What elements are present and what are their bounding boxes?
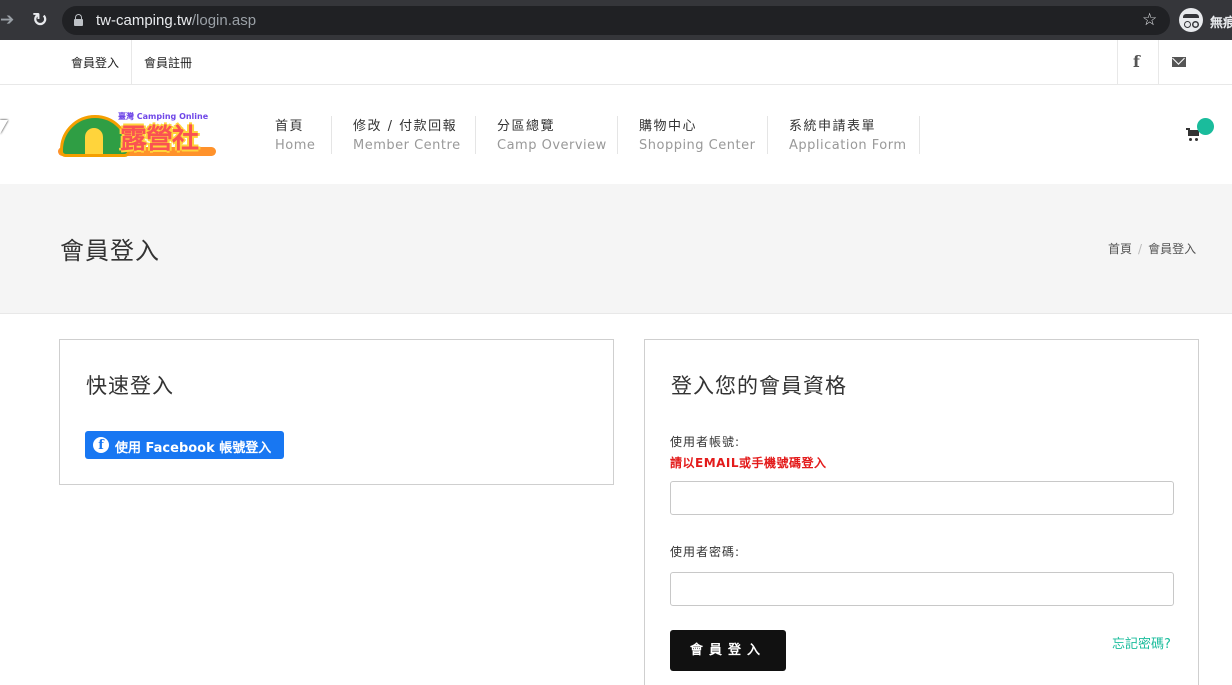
topbar-divider [1117,40,1118,84]
nav-label-en: Home [275,138,316,153]
breadcrumb: 首頁 / 會員登入 [1108,240,1196,257]
logo-brand-text: 露營社 [120,124,199,155]
nav-separator [475,116,476,154]
nav-label-en: Camp Overview [497,138,607,153]
nav-label-en: Shopping Center [639,138,756,153]
quick-login-panel: 快速登入 f 使用 Facebook 帳號登入 [59,339,614,485]
site-logo[interactable]: 臺灣 Camping Online 露營社 [58,111,218,161]
incognito-label[interactable]: 無痕 [1210,12,1232,31]
nav-separator [331,116,332,154]
nav-label-zh: 購物中心 [639,119,698,134]
url-text[interactable]: tw-camping.tw/login.asp [96,12,256,29]
nav-label-en: Member Centre [353,138,461,153]
member-login-title: 登入您的會員資格 [671,374,847,398]
forgot-password-link[interactable]: 忘記密碼? [1112,633,1171,652]
nav-separator [767,116,768,154]
mail-icon[interactable] [1172,57,1186,67]
nav-label-zh: 修改 / 付款回報 [353,119,458,134]
url-path: /login.asp [191,12,257,29]
nav-label-en: Application Form [789,138,907,153]
member-login-link[interactable]: 會員登入 [71,54,119,71]
lock-icon[interactable] [74,14,83,26]
password-label: 使用者密碼: [670,545,741,559]
breadcrumb-separator: / [1138,242,1143,256]
member-login-panel: 登入您的會員資格 使用者帳號: 請以EMAIL或手機號碼登入 使用者密碼: 會員… [644,339,1199,685]
topbar-divider [1158,40,1159,84]
site-header: 臺灣 Camping Online 露營社 首頁 Home 修改 / 付款回報 … [0,85,1232,184]
login-submit-button[interactable]: 會員登入 [670,630,786,671]
address-bar[interactable]: tw-camping.tw/login.asp ☆ [62,6,1170,35]
username-hint: 請以EMAIL或手機號碼登入 [670,456,827,470]
browser-toolbar: ➔ ↻ tw-camping.tw/login.asp ☆ 無痕 [0,0,1232,40]
page-title-bar: 會員登入 首頁 / 會員登入 [0,184,1232,314]
nav-separator [919,116,920,154]
page-title: 會員登入 [60,237,160,265]
facebook-login-button[interactable]: f 使用 Facebook 帳號登入 [85,431,284,459]
cart-badge[interactable] [1197,118,1214,135]
facebook-logo-icon: f [93,437,109,453]
breadcrumb-current: 會員登入 [1148,242,1197,256]
url-host: tw-camping.tw [96,12,192,29]
username-input[interactable] [670,481,1174,515]
nav-label-zh: 分區總覽 [497,119,556,134]
bookmark-star-icon[interactable]: ☆ [1142,10,1157,30]
topbar-divider [131,40,132,84]
mouse-cursor-icon [0,120,8,134]
facebook-icon[interactable]: f [1133,52,1140,71]
top-bar: 會員登入 會員註冊 f [0,40,1232,85]
nav-separator [617,116,618,154]
forward-arrow-icon[interactable]: ➔ [0,10,16,30]
password-input[interactable] [670,572,1174,606]
username-label: 使用者帳號: [670,435,741,449]
member-register-link[interactable]: 會員註冊 [144,54,192,71]
nav-label-zh: 首頁 [275,119,305,134]
incognito-icon[interactable] [1179,8,1203,32]
facebook-login-label: 使用 Facebook 帳號登入 [115,441,272,456]
nav-label-zh: 系統申請表單 [789,119,877,134]
quick-login-title: 快速登入 [86,374,174,398]
breadcrumb-home-link[interactable]: 首頁 [1108,242,1132,256]
reload-icon[interactable]: ↻ [30,9,50,31]
